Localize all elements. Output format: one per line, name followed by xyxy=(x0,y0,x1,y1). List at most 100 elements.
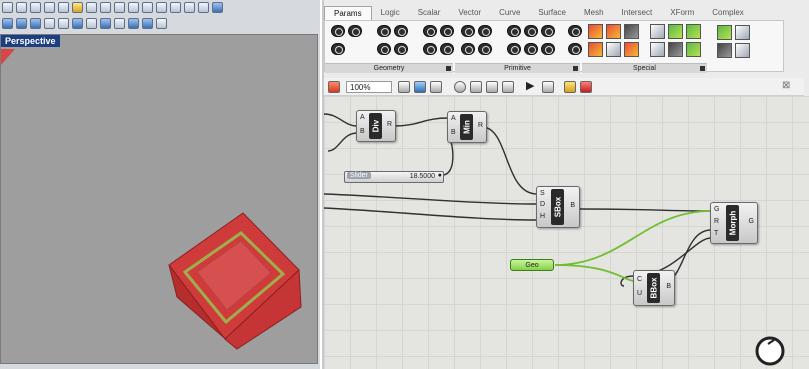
port-t[interactable]: T xyxy=(714,230,718,237)
toggle-icon[interactable] xyxy=(588,42,603,57)
zoom-window-icon[interactable] xyxy=(142,2,153,13)
tab-xform[interactable]: XForm xyxy=(661,6,703,20)
copy-icon[interactable] xyxy=(58,2,69,13)
button-icon[interactable] xyxy=(606,42,621,57)
pan-icon[interactable] xyxy=(100,2,111,13)
tab-scalar[interactable]: Scalar xyxy=(409,6,450,20)
save-icon[interactable] xyxy=(30,2,41,13)
string-param-icon[interactable] xyxy=(461,43,475,55)
colour-param-icon[interactable] xyxy=(568,25,582,37)
sphere-icon[interactable] xyxy=(717,25,732,40)
group-title-special[interactable]: Special xyxy=(582,63,707,73)
plane-param-icon[interactable] xyxy=(423,43,437,55)
rhino-preview-icon[interactable] xyxy=(470,81,482,93)
preview-icon[interactable] xyxy=(430,81,442,93)
point-param-icon[interactable] xyxy=(423,25,437,37)
integer-param-icon[interactable] xyxy=(478,25,492,37)
zoom-icon[interactable] xyxy=(128,2,139,13)
slider-grip-icon[interactable]: ● xyxy=(438,172,442,179)
cluster-icon[interactable] xyxy=(717,43,732,58)
circle-param-icon[interactable] xyxy=(331,43,345,55)
lock-solver-icon[interactable] xyxy=(542,81,554,93)
group-title-geometry[interactable]: Geometry xyxy=(325,63,453,73)
scribble-icon[interactable] xyxy=(650,42,665,57)
component-div[interactable]: A B Div R xyxy=(356,110,396,142)
port-b[interactable]: B xyxy=(451,129,456,136)
tab-mesh[interactable]: Mesh xyxy=(575,6,613,20)
port-a[interactable]: A xyxy=(360,114,365,121)
wireframe-icon[interactable] xyxy=(486,81,498,93)
boolean-param-icon[interactable] xyxy=(461,25,475,37)
point-icon[interactable] xyxy=(58,18,69,29)
bezier-icon[interactable] xyxy=(624,42,639,57)
grid-view-icon[interactable] xyxy=(16,18,27,29)
port-r[interactable]: R xyxy=(714,218,719,225)
mesh-param-icon[interactable] xyxy=(394,25,408,37)
grid-icon[interactable] xyxy=(198,2,209,13)
sketch-icon[interactable] xyxy=(686,42,701,57)
param-viewer-icon[interactable] xyxy=(668,42,683,57)
time-param-icon[interactable] xyxy=(507,43,521,55)
tab-intersect[interactable]: Intersect xyxy=(613,6,662,20)
cut-icon[interactable] xyxy=(44,2,55,13)
port-d[interactable]: D xyxy=(540,201,545,208)
red-box[interactable] xyxy=(168,212,302,350)
rotate-view-icon[interactable] xyxy=(114,2,125,13)
light-icon[interactable] xyxy=(100,18,111,29)
gh-canvas[interactable]: A B Div R A B Min R Slider 18.5000 ● S D… xyxy=(324,96,809,369)
tab-complex[interactable]: Complex xyxy=(703,6,753,20)
port-r[interactable]: R xyxy=(387,121,392,128)
open-icon[interactable] xyxy=(16,2,27,13)
close-icon[interactable]: ⊠ xyxy=(782,80,790,91)
port-b[interactable]: B xyxy=(570,202,575,209)
undo-icon[interactable] xyxy=(86,2,97,13)
open-file-icon[interactable] xyxy=(328,81,340,93)
record-icon[interactable] xyxy=(735,43,750,58)
port-u[interactable]: U xyxy=(637,290,642,297)
vector-param-icon[interactable] xyxy=(440,25,454,37)
tab-logic[interactable]: Logic xyxy=(372,6,409,20)
paste-icon[interactable] xyxy=(72,2,83,13)
image-sampler-icon[interactable] xyxy=(686,24,701,39)
four-view-icon[interactable] xyxy=(184,2,195,13)
gem-icon[interactable] xyxy=(580,81,592,93)
component-bbox[interactable]: C U BBox B xyxy=(633,270,675,306)
select-icon[interactable] xyxy=(2,18,13,29)
viewport-label[interactable]: Perspective xyxy=(1,35,60,47)
port-g-out[interactable]: G xyxy=(749,218,754,225)
sketch-tool-icon[interactable] xyxy=(735,25,750,40)
curve-icon[interactable] xyxy=(72,18,83,29)
gradient-icon[interactable] xyxy=(606,24,621,39)
grid-snap-icon[interactable] xyxy=(156,18,167,29)
port-g[interactable]: G xyxy=(714,206,719,213)
surface-param-icon[interactable] xyxy=(348,25,362,37)
shade-icon[interactable] xyxy=(212,2,223,13)
group-title-primitive[interactable]: Primitive xyxy=(455,63,580,73)
zoom-extents-icon[interactable] xyxy=(398,81,410,93)
number-slider[interactable]: Slider 18.5000 ● xyxy=(344,171,444,183)
box-param-icon[interactable] xyxy=(377,43,391,55)
graph-mapper-icon[interactable] xyxy=(668,24,683,39)
component-morph[interactable]: G R T Morph G xyxy=(710,202,758,244)
render-icon[interactable] xyxy=(142,18,153,29)
arc-param-icon[interactable] xyxy=(440,43,454,55)
line-param-icon[interactable] xyxy=(394,43,408,55)
lock-icon[interactable] xyxy=(128,18,139,29)
panel-icon[interactable] xyxy=(624,24,639,39)
interval-param-icon[interactable] xyxy=(524,25,538,37)
port-b[interactable]: B xyxy=(360,128,365,135)
bake-icon[interactable] xyxy=(564,81,576,93)
colour-swatch-icon[interactable] xyxy=(588,24,603,39)
shaded-icon[interactable] xyxy=(502,81,514,93)
component-min[interactable]: A B Min R xyxy=(447,111,487,143)
named-views-icon[interactable] xyxy=(414,81,426,93)
timer-icon[interactable] xyxy=(650,24,665,39)
play-icon[interactable]: ▶ xyxy=(526,81,538,93)
domain-param-icon[interactable] xyxy=(541,25,555,37)
zoom-extents-icon[interactable] xyxy=(156,2,167,13)
geo-param[interactable]: Geo xyxy=(510,259,554,271)
component-sbox[interactable]: S D H SBox B xyxy=(536,186,580,228)
port-a[interactable]: A xyxy=(451,115,456,122)
transform-icon[interactable] xyxy=(44,18,55,29)
perspective-viewport[interactable]: Perspective xyxy=(0,34,318,364)
